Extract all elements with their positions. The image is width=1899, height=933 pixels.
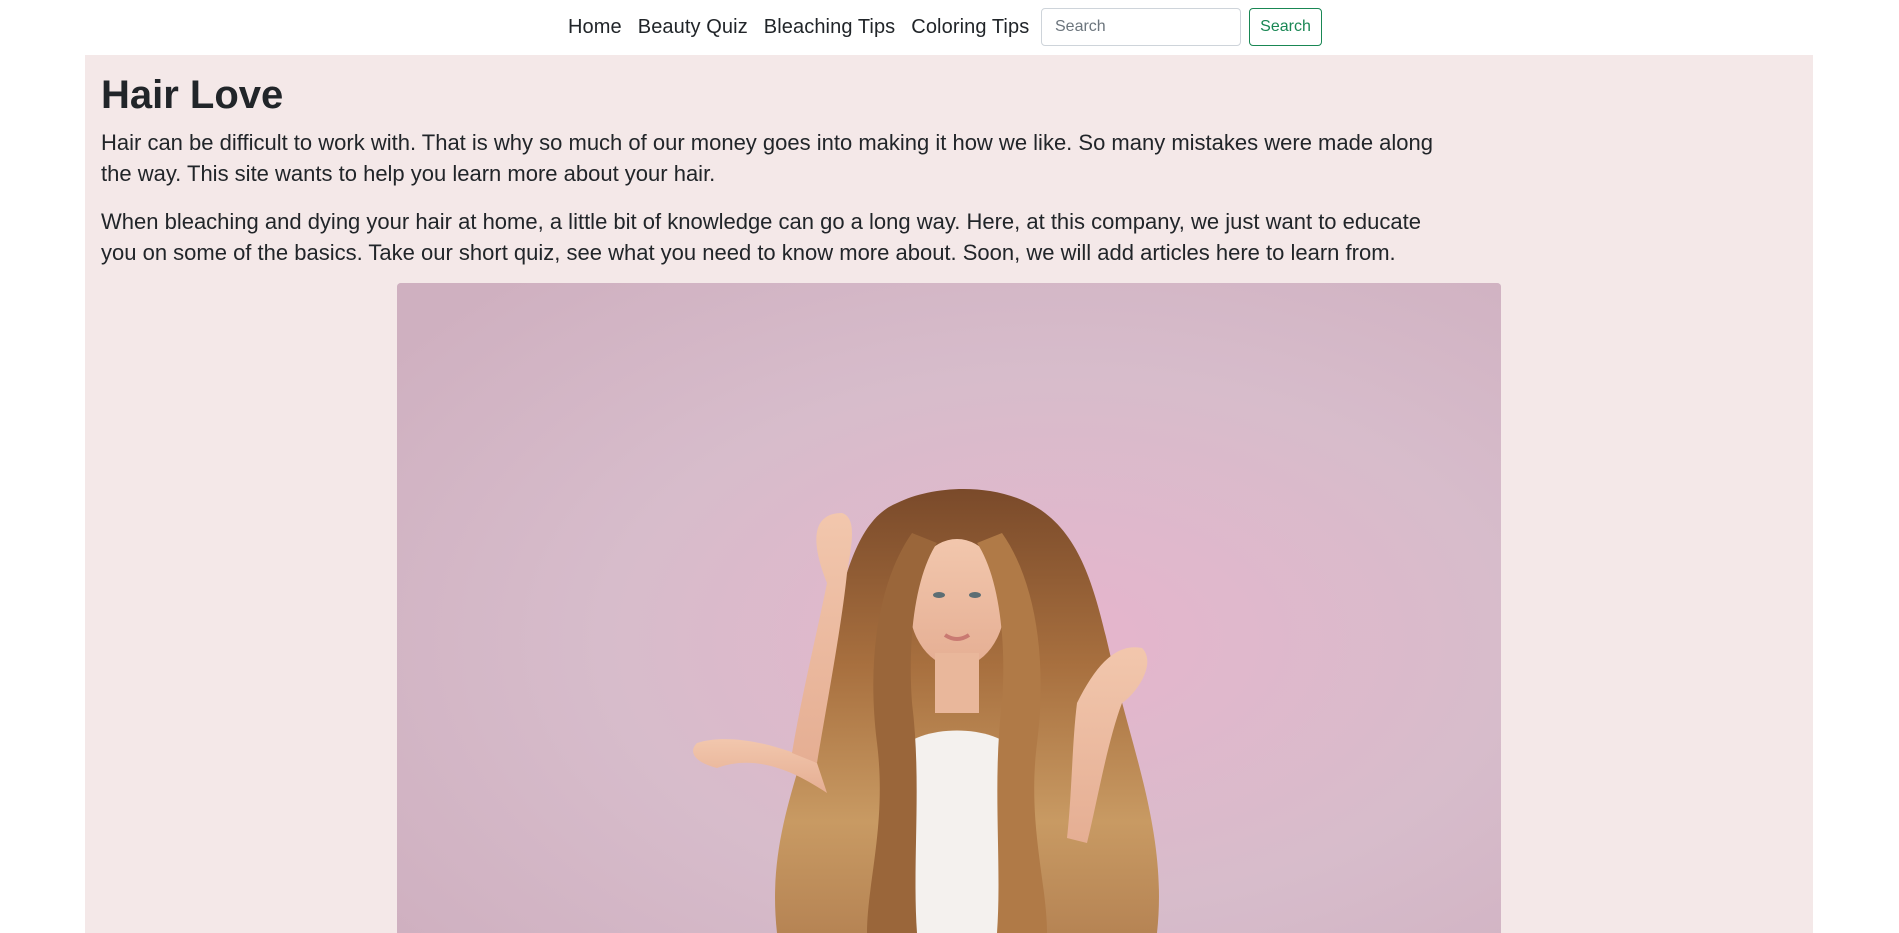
main-content: Hair Love Hair can be difficult to work … [85, 55, 1813, 933]
hero-photo-illustration [397, 283, 1501, 933]
nav-link-home[interactable]: Home [568, 16, 622, 39]
nav-link-coloring-tips[interactable]: Coloring Tips [911, 16, 1029, 39]
nav-link-bleaching-tips[interactable]: Bleaching Tips [764, 16, 895, 39]
hero-image [397, 283, 1501, 933]
page-title: Hair Love [101, 73, 284, 117]
nav-link-beauty-quiz[interactable]: Beauty Quiz [638, 16, 748, 39]
search-input[interactable] [1041, 8, 1241, 46]
intro-paragraph: Hair can be difficult to work with. That… [101, 130, 1434, 186]
top-navbar: Home Beauty Quiz Bleaching Tips Coloring… [0, 0, 1899, 55]
nav-links: Home Beauty Quiz Bleaching Tips Coloring… [568, 0, 1045, 55]
search-button[interactable]: Search [1249, 8, 1322, 46]
intro-paragraph: When bleaching and dying your hair at ho… [101, 209, 1421, 265]
